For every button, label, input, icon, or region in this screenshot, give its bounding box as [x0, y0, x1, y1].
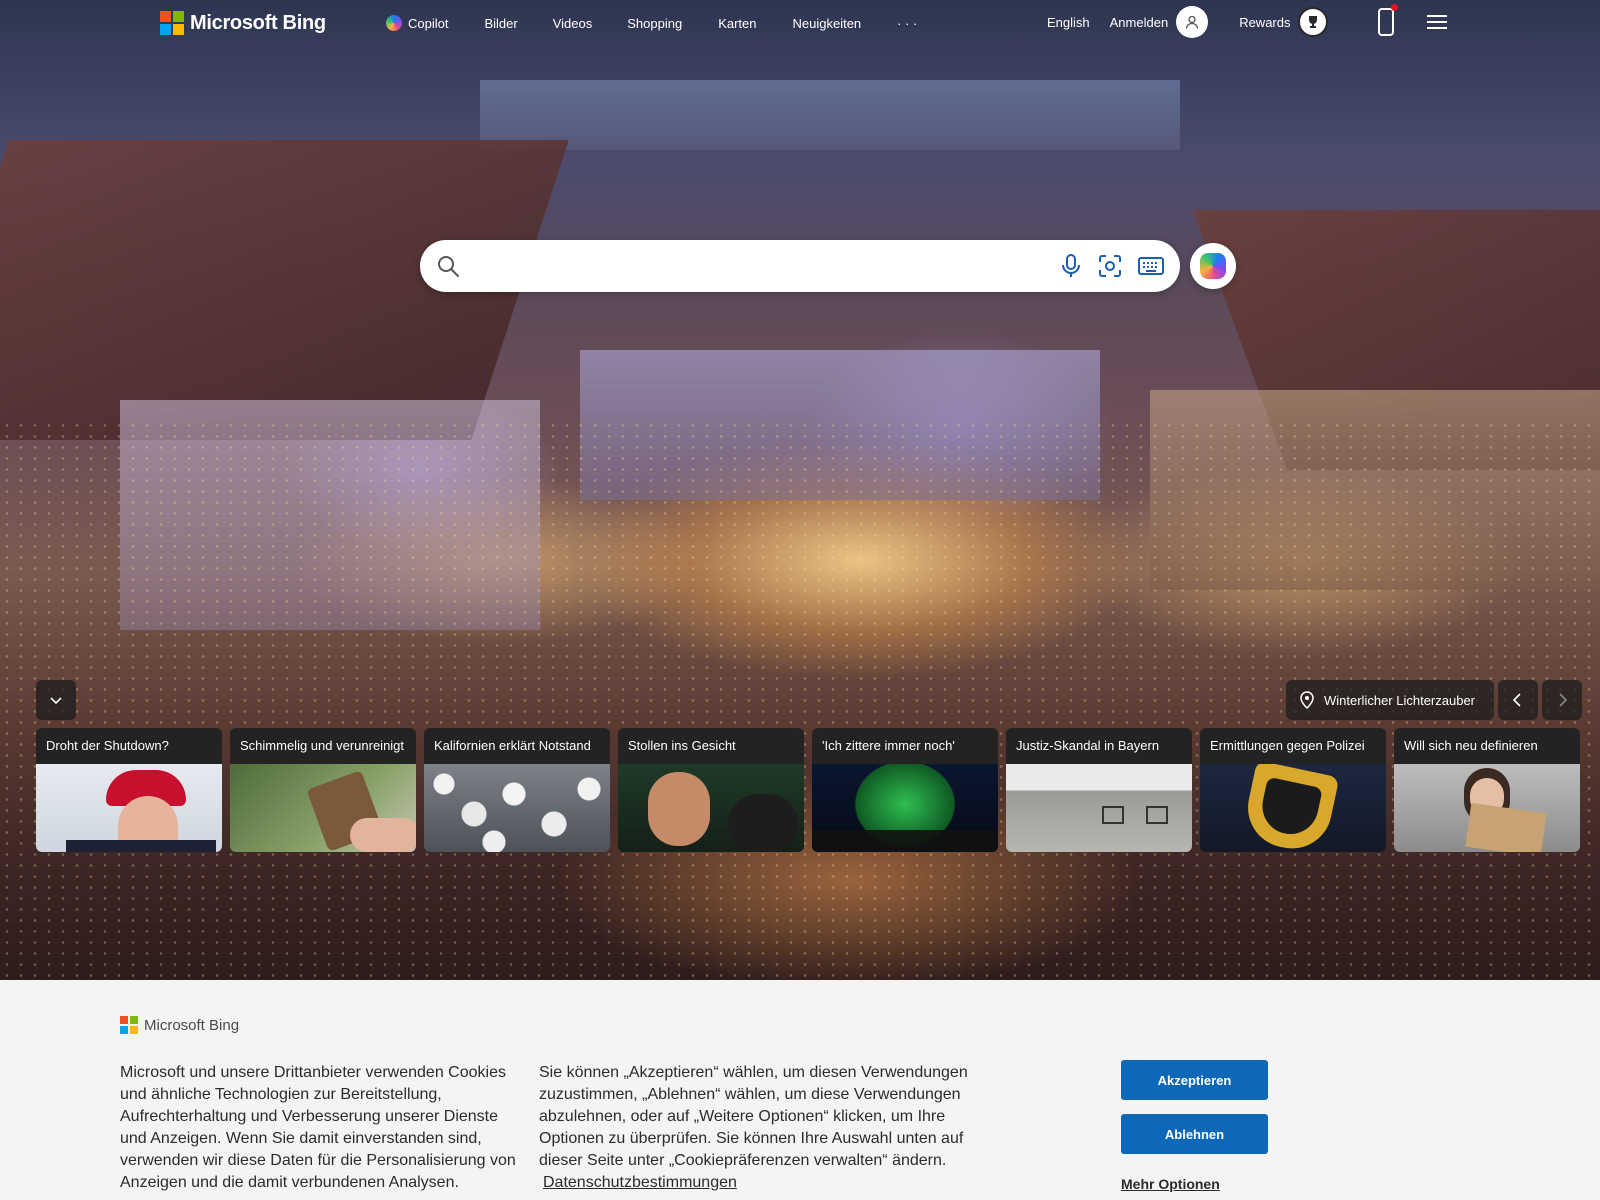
news-card-image [424, 764, 610, 852]
nav-shopping[interactable]: Shopping [627, 15, 682, 31]
news-card-title: Stollen ins Gesicht [618, 728, 804, 764]
background-roof [480, 80, 1180, 150]
accept-button[interactable]: Akzeptieren [1121, 1060, 1268, 1100]
news-card-image [1006, 764, 1192, 852]
microsoft-logo-icon [160, 11, 184, 35]
news-card-image [1200, 764, 1386, 852]
reject-button[interactable]: Ablehnen [1121, 1114, 1268, 1154]
nav-bilder[interactable]: Bilder [484, 15, 517, 31]
chevron-right-icon [1559, 693, 1568, 707]
news-card-image [618, 764, 804, 852]
news-card[interactable]: 'Ich zittere immer noch' [812, 728, 998, 852]
nav-karten[interactable]: Karten [718, 15, 756, 31]
brand-name: Microsoft Bing [190, 11, 326, 34]
search-box [420, 240, 1180, 292]
news-card-image [230, 764, 416, 852]
news-card-title: Kalifornien erklärt Notstand [424, 728, 610, 764]
copilot-button[interactable] [1190, 243, 1236, 289]
next-image-button[interactable] [1542, 680, 1582, 720]
header-right: English Anmelden Rewards [1047, 4, 1448, 38]
nav-label: Videos [552, 15, 593, 31]
news-card[interactable]: Schimmelig und verunreinigt [230, 728, 416, 852]
nav-neuigkeiten[interactable]: Neuigkeiten [793, 15, 862, 31]
news-card-title: Ermittlungen gegen Polizei [1200, 728, 1386, 764]
copilot-icon [386, 15, 402, 31]
location-label: Winterlicher Lichterzauber [1324, 692, 1476, 708]
search-tools [1060, 254, 1164, 278]
location-pin-icon [1300, 691, 1314, 709]
cookie-brand-name: Microsoft Bing [144, 1016, 240, 1034]
nav-copilot[interactable]: Copilot [386, 15, 448, 31]
notification-dot [1391, 4, 1399, 11]
previous-image-button[interactable] [1498, 680, 1538, 720]
user-avatar-icon[interactable] [1176, 6, 1209, 38]
more-options-link[interactable]: Mehr Optionen [1121, 1176, 1220, 1192]
copilot-icon [1200, 253, 1226, 279]
news-carousel: Droht der Shutdown? Schimmelig und verun… [36, 728, 1580, 852]
chevron-down-icon [50, 697, 62, 705]
cookie-text-right-block: Sie können „Akzeptieren“ wählen, um dies… [539, 1062, 979, 1194]
chevron-left-icon [1512, 693, 1521, 707]
nav-label: Shopping [627, 15, 683, 31]
nav-label: Neuigkeiten [792, 15, 862, 31]
cookie-banner: Microsoft Bing Microsoft und unsere Drit… [0, 980, 1600, 1200]
rewards-trophy-icon[interactable] [1298, 7, 1329, 37]
rewards-link[interactable]: Rewards [1239, 15, 1290, 30]
news-card-image [36, 764, 222, 852]
news-card-image [812, 764, 998, 852]
news-card[interactable]: Will sich neu definieren [1394, 728, 1580, 852]
hamburger-menu-icon[interactable] [1427, 15, 1448, 29]
more-dots-icon: · · · [897, 15, 918, 31]
news-card[interactable]: Justiz-Skandal in Bayern [1006, 728, 1192, 852]
news-card[interactable]: Stollen ins Gesicht [618, 728, 804, 852]
news-card[interactable]: Droht der Shutdown? [36, 728, 222, 852]
microphone-icon[interactable] [1060, 254, 1082, 278]
top-header: Microsoft Bing Copilot Bilder Videos Sho… [0, 0, 1600, 48]
microsoft-logo-icon [120, 1016, 138, 1034]
news-card-title: 'Ich zittere immer noch' [812, 728, 998, 764]
nav-videos[interactable]: Videos [553, 15, 593, 31]
cookie-text-right: Sie können „Akzeptieren“ wählen, um dies… [539, 1064, 968, 1169]
keyboard-icon[interactable] [1138, 256, 1164, 276]
news-card-title: Schimmelig und verunreinigt [230, 728, 416, 764]
news-card[interactable]: Kalifornien erklärt Notstand [424, 728, 610, 852]
main-nav: Copilot Bilder Videos Shopping Karten Ne… [386, 15, 917, 31]
search-icon [438, 256, 459, 277]
visual-search-icon[interactable] [1098, 254, 1122, 278]
nav-label: Bilder [484, 15, 518, 31]
bing-logo[interactable]: Microsoft Bing [160, 11, 326, 35]
nav-more[interactable]: · · · [897, 15, 917, 31]
news-card-title: Justiz-Skandal in Bayern [1006, 728, 1192, 764]
cookie-text-left: Microsoft und unsere Drittanbieter verwe… [120, 1064, 516, 1191]
language-link[interactable]: English [1047, 15, 1090, 30]
news-card-title: Will sich neu definieren [1394, 728, 1580, 764]
news-card[interactable]: Ermittlungen gegen Polizei [1200, 728, 1386, 852]
nav-label: Copilot [408, 15, 449, 31]
news-card-image [1394, 764, 1580, 852]
search-input[interactable] [470, 246, 1060, 286]
sign-in-link[interactable]: Anmelden [1110, 15, 1169, 30]
cookie-brand: Microsoft Bing [120, 1016, 239, 1034]
news-card-title: Droht der Shutdown? [36, 728, 222, 764]
privacy-link[interactable]: Datenschutzbestimmungen [543, 1174, 737, 1191]
collapse-feed-button[interactable] [36, 680, 76, 720]
nav-label: Karten [718, 15, 757, 31]
image-location-button[interactable]: Winterlicher Lichterzauber [1286, 680, 1494, 720]
mobile-phone-icon[interactable] [1378, 4, 1399, 36]
